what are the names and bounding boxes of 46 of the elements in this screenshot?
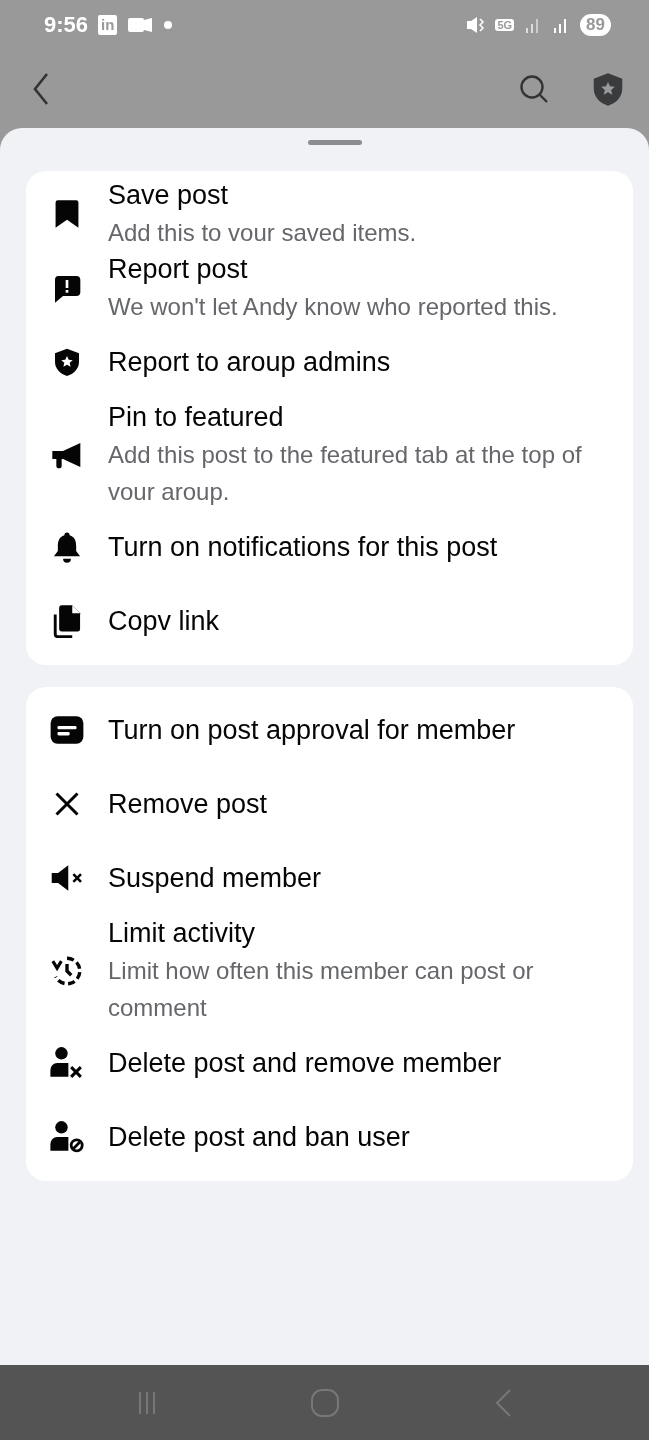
- menu-item[interactable]: Save post Add this to vour saved items.: [26, 177, 633, 251]
- menu-item[interactable]: Turn on notifications for this post: [26, 510, 633, 584]
- menu-item-description: Limit how often this member can post or comment: [108, 956, 535, 1023]
- menu-item[interactable]: Suspend member: [26, 841, 633, 915]
- card-icon: [49, 715, 85, 745]
- menu-item[interactable]: Limit activity Limit how often this member can post or comment: [26, 915, 633, 1026]
- menu-item[interactable]: Turn on post approval for member: [26, 693, 633, 767]
- menu-item-title: Turn on post approval for member: [108, 713, 516, 747]
- menu-item-title: Limit activity: [108, 917, 257, 950]
- menu-item[interactable]: Pin to featured Add this post to the featured tab at the top of vour aroup.: [26, 399, 633, 510]
- clock-time: 9:56: [44, 12, 89, 38]
- person-remove-icon: [49, 1046, 85, 1080]
- drag-handle[interactable]: [307, 140, 362, 145]
- menu-item[interactable]: Remove post: [26, 767, 633, 841]
- bookmark-icon: [53, 198, 81, 230]
- menu-item-title: Pin to featured: [108, 401, 285, 434]
- menu-item[interactable]: Delete post and ban user: [26, 1100, 633, 1174]
- back-icon[interactable]: [32, 72, 50, 106]
- menu-item-description: Add this post to the featured tab at the top of vour aroup.: [108, 440, 583, 507]
- menu-item-title: Copv link: [108, 604, 220, 638]
- bell-icon: [51, 530, 83, 564]
- menu-item[interactable]: Delete post and remove member: [26, 1026, 633, 1100]
- menu-item-title: Save post: [108, 179, 230, 212]
- dot-icon: [163, 20, 174, 30]
- home-icon[interactable]: [309, 1387, 340, 1418]
- menu-item-description: Add this to vour saved items.: [108, 218, 417, 248]
- person-blocked-icon: [49, 1120, 85, 1154]
- menu-item-title: Delete post and ban user: [108, 1120, 410, 1154]
- menu-item-description: We won't let Andy know who reported this.: [108, 292, 558, 322]
- menu-item-title: Remove post: [108, 787, 268, 821]
- close-icon: [53, 790, 81, 818]
- search-icon[interactable]: [519, 74, 549, 104]
- menu-item-title: Report post: [108, 253, 249, 286]
- documents-icon: [52, 604, 82, 638]
- recent-apps-icon[interactable]: [136, 1389, 157, 1416]
- network-type: 5G: [495, 19, 515, 31]
- menu-item-title: Delete post and remove member: [108, 1046, 502, 1080]
- menu-item-title: Suspend member: [108, 861, 322, 895]
- app-notification-badge: in: [98, 15, 118, 35]
- menu-item[interactable]: Report to aroup admins: [26, 325, 633, 399]
- battery-level: 89: [580, 14, 611, 36]
- menu-item[interactable]: Copv link: [26, 584, 633, 658]
- menu-item[interactable]: Report post We won't let Andy know who reported this.: [26, 251, 633, 325]
- mute-vibrate-icon: [465, 15, 486, 35]
- menu-item-title: Report to aroup admins: [108, 345, 391, 379]
- menu-item-title: Turn on notifications for this post: [108, 530, 498, 564]
